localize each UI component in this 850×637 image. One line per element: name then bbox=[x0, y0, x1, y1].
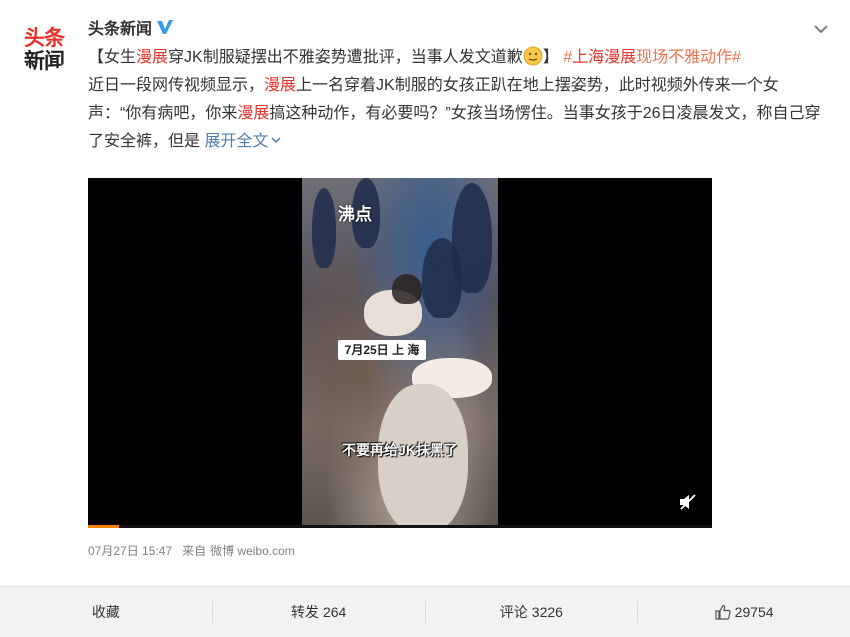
like-count: 29754 bbox=[734, 604, 774, 620]
thumbs-up-icon bbox=[715, 604, 731, 620]
favorite-button[interactable]: 收藏 bbox=[0, 587, 212, 637]
topic-hashtag[interactable]: #上海漫展现场不雅动作# bbox=[563, 49, 741, 66]
verified-v-icon bbox=[156, 19, 174, 35]
action-bar: 收藏 转发 264 评论 3226 29754 bbox=[0, 586, 850, 637]
source-prefix: 来自 bbox=[182, 544, 207, 558]
keyword-highlight[interactable]: 漫展 bbox=[264, 77, 296, 94]
expand-label: 展开全文 bbox=[204, 133, 269, 150]
repost-button[interactable]: 转发 264 bbox=[213, 587, 425, 637]
comment-count: 3226 bbox=[531, 604, 563, 620]
post-source[interactable]: 微博 weibo.com bbox=[210, 542, 295, 559]
author-header: 头条新闻 bbox=[88, 16, 174, 38]
repost-count: 264 bbox=[322, 604, 347, 620]
topic-rest: 现场不雅动作# bbox=[636, 49, 742, 66]
favorite-label: 收藏 bbox=[91, 604, 120, 620]
video-progress-fill bbox=[88, 525, 120, 528]
video-frame: 沸点 7月25日 上 海 不要再给JK抹黑了 bbox=[302, 178, 498, 528]
post-meta: 07月27日 15:47 来自 微博 weibo.com bbox=[88, 542, 295, 559]
post-time[interactable]: 07月27日 15:47 bbox=[88, 542, 172, 559]
expand-full-text-link[interactable]: 展开全文 bbox=[204, 133, 282, 150]
topic-prefix: # bbox=[563, 49, 573, 66]
comment-button[interactable]: 评论 3226 bbox=[426, 587, 638, 637]
avatar[interactable]: 头条 新闻 bbox=[16, 16, 72, 72]
post-text: 【女生漫展穿JK制服疑摆出不雅姿势遭批评，当事人发文道歉 】 #上海漫展现场不雅… bbox=[88, 44, 830, 156]
body-text: 近日一段网传视频显示， bbox=[88, 77, 265, 94]
post-title-part: 】 bbox=[542, 49, 559, 66]
chevron-down-icon[interactable] bbox=[812, 20, 830, 38]
sweat-smile-emoji-icon bbox=[523, 46, 543, 66]
video-player[interactable]: 沸点 7月25日 上 海 不要再给JK抹黑了 bbox=[88, 178, 712, 528]
chevron-down-icon bbox=[271, 137, 281, 144]
video-watermark: 沸点 bbox=[338, 205, 372, 224]
author-name[interactable]: 头条新闻 bbox=[88, 15, 152, 39]
keyword-highlight[interactable]: 漫展 bbox=[136, 49, 168, 66]
avatar-logo-bottom: 新闻 bbox=[24, 49, 65, 72]
post-title-part: 穿JK制服疑摆出不雅姿势遭批评，当事人发文道歉 bbox=[168, 49, 523, 66]
comment-label: 评论 bbox=[499, 604, 528, 620]
topic-keyword: 上海漫展 bbox=[572, 49, 637, 66]
post-title-part: 【女生 bbox=[88, 49, 137, 66]
like-button[interactable]: 29754 bbox=[638, 587, 850, 637]
volume-mute-icon[interactable] bbox=[678, 492, 698, 512]
weibo-post-card: 头条 新闻 头条新闻 【女生漫展穿JK制服疑摆出不雅姿势遭批评，当事人发文道歉 … bbox=[0, 0, 850, 637]
video-date-tag: 7月25日 上 海 bbox=[338, 340, 426, 360]
background-person bbox=[422, 238, 462, 318]
video-progress-bar[interactable] bbox=[88, 525, 712, 528]
background-person bbox=[312, 188, 336, 268]
repost-label: 转发 bbox=[290, 604, 319, 620]
jk-girl-hair bbox=[392, 274, 422, 304]
keyword-highlight[interactable]: 漫展 bbox=[237, 105, 269, 122]
video-subtitle: 不要再给JK抹黑了 bbox=[342, 442, 458, 458]
